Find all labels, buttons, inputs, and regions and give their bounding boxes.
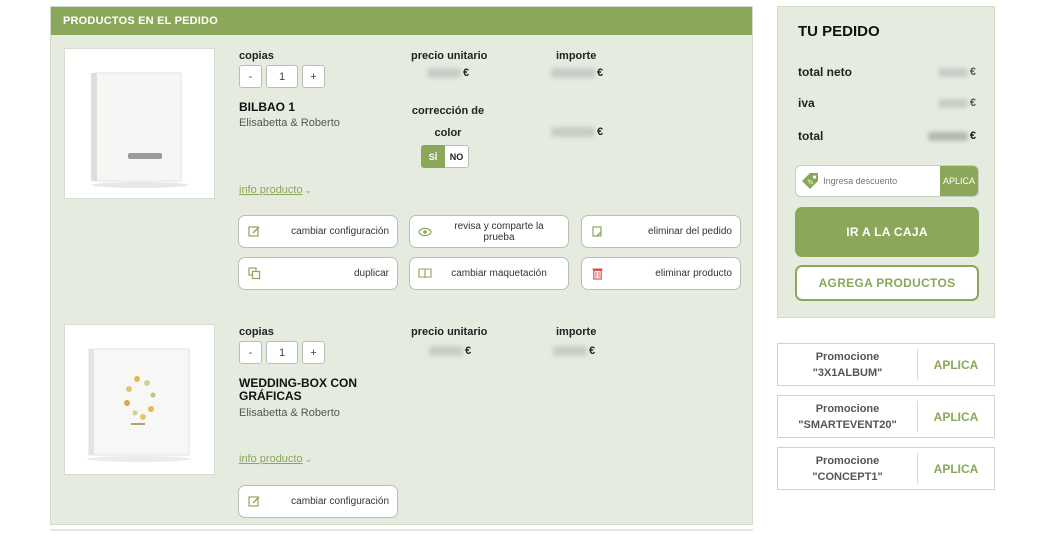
change-config-button[interactable]: cambiar configuración (238, 215, 398, 248)
product-subtitle: Elisabetta & Roberto (239, 407, 340, 419)
amount-value: € (553, 345, 595, 357)
promo-item: Promocione "CONCEPT1" APLICA (777, 447, 995, 490)
qty-increase-button[interactable]: + (302, 65, 325, 88)
quantity-stepper: - 1 + (239, 65, 325, 88)
discount-field: % APLICA (795, 165, 979, 197)
cart-remove-icon (590, 225, 604, 239)
apply-discount-button[interactable]: APLICA (940, 166, 978, 196)
svg-text:%: % (807, 179, 813, 186)
chevron-down-icon: ⌄ (304, 454, 313, 464)
unit-price-label: precio unitario (411, 50, 488, 62)
qty-input[interactable]: 1 (266, 65, 298, 88)
unit-price-value: € (429, 345, 471, 357)
color-correction-label: corrección de color (411, 105, 485, 139)
toggle-yes[interactable]: SÍ (421, 145, 445, 168)
total-value: € (927, 130, 976, 142)
change-config-button[interactable]: cambiar configuración (238, 485, 398, 518)
album-image-icon (87, 348, 191, 462)
product-name: WEDDING-BOX CON GRÁFICAS (239, 376, 357, 403)
remove-from-order-button[interactable]: eliminar del pedido (581, 215, 741, 248)
iva-value: € (937, 97, 976, 109)
amount-label: importe (556, 50, 597, 62)
promo-code: "SMARTEVENT20" (798, 418, 897, 431)
copies-label: copias (239, 50, 274, 62)
review-share-button[interactable]: revisa y comparte la prueba (409, 215, 569, 248)
duplicate-icon (247, 267, 261, 281)
album-image-icon (91, 72, 188, 188)
promo-code: "3X1ALBUM" (812, 366, 883, 379)
promo-apply-button[interactable]: APLICA (918, 358, 994, 372)
product-name: BILBAO 1 (239, 100, 296, 114)
chevron-down-icon: ⌄ (304, 185, 313, 195)
info-product-link[interactable]: info producto ⌄ (239, 184, 312, 196)
total-row: total € (798, 129, 976, 143)
unit-price-value: € (427, 67, 469, 79)
checkout-button[interactable]: IR A LA CAJA (795, 207, 979, 257)
edit-icon (247, 495, 261, 509)
products-panel: PRODUCTOS EN EL PEDIDO copias - 1 + prec… (50, 6, 753, 525)
book-icon (418, 267, 432, 281)
trash-icon (590, 267, 604, 281)
order-title: TU PEDIDO (798, 23, 880, 40)
copies-label: copias (239, 326, 274, 338)
quantity-stepper: - 1 + (239, 341, 325, 364)
tag-icon: % (796, 166, 823, 196)
qty-decrease-button[interactable]: - (239, 341, 262, 364)
panel-title: PRODUCTOS EN EL PEDIDO (51, 7, 752, 35)
qty-input[interactable]: 1 (266, 341, 298, 364)
product-subtitle: Elisabetta & Roberto (239, 117, 340, 129)
amount-label: importe (556, 326, 597, 338)
unit-price-label: precio unitario (411, 326, 488, 338)
info-product-link[interactable]: info producto ⌄ (239, 453, 312, 465)
promo-item: Promocione "SMARTEVENT20" APLICA (777, 395, 995, 438)
promo-apply-button[interactable]: APLICA (918, 410, 994, 424)
add-products-button[interactable]: AGREGA PRODUCTOS (795, 265, 979, 301)
page: PRODUCTOS EN EL PEDIDO copias - 1 + prec… (0, 0, 1042, 534)
change-layout-button[interactable]: cambiar maquetación (409, 257, 569, 290)
order-summary: TU PEDIDO total neto € iva € total € % A… (777, 6, 995, 318)
edit-icon (247, 225, 261, 239)
discount-input[interactable] (823, 166, 941, 196)
delete-product-button[interactable]: eliminar producto (581, 257, 741, 290)
promo-apply-button[interactable]: APLICA (918, 462, 994, 476)
duplicate-button[interactable]: duplicar (238, 257, 398, 290)
product-thumbnail[interactable] (64, 324, 215, 475)
toggle-no[interactable]: NO (445, 145, 469, 168)
net-total-value: € (937, 66, 976, 78)
iva-row: iva € (798, 96, 976, 110)
divider (50, 529, 753, 531)
net-total-row: total neto € (798, 65, 976, 79)
amount-value: € (551, 67, 603, 79)
color-correction-price: € (551, 126, 603, 138)
qty-decrease-button[interactable]: - (239, 65, 262, 88)
product-thumbnail[interactable] (64, 48, 215, 199)
promo-code: "CONCEPT1" (812, 470, 883, 483)
eye-icon (418, 225, 432, 239)
promo-item: Promocione "3X1ALBUM" APLICA (777, 343, 995, 386)
color-correction-toggle: SÍ NO (421, 145, 469, 168)
qty-increase-button[interactable]: + (302, 341, 325, 364)
